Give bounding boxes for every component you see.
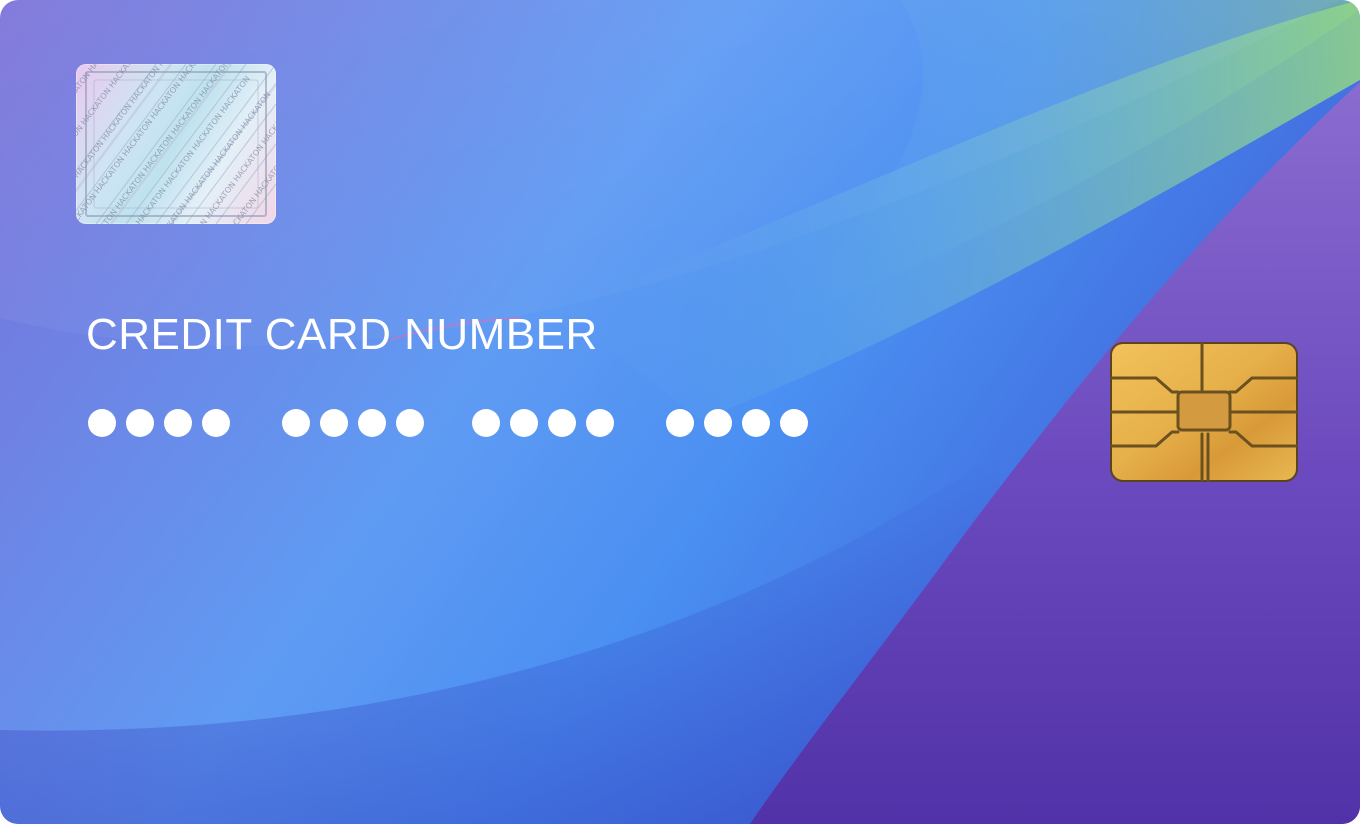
card-number-group-2 bbox=[282, 409, 424, 437]
masked-digit-dot bbox=[164, 409, 192, 437]
masked-digit-dot bbox=[472, 409, 500, 437]
masked-digit-dot bbox=[742, 409, 770, 437]
card-number-group-3 bbox=[472, 409, 614, 437]
hologram-pattern: HACKATON HACKATON HACKATON HACKATON HACK… bbox=[76, 64, 276, 224]
masked-digit-dot bbox=[704, 409, 732, 437]
card-number-masked bbox=[88, 406, 808, 440]
masked-digit-dot bbox=[586, 409, 614, 437]
masked-digit-dot bbox=[396, 409, 424, 437]
masked-digit-dot bbox=[510, 409, 538, 437]
emv-chip-icon bbox=[1110, 342, 1298, 482]
masked-digit-dot bbox=[358, 409, 386, 437]
masked-digit-dot bbox=[88, 409, 116, 437]
masked-digit-dot bbox=[202, 409, 230, 437]
masked-digit-dot bbox=[780, 409, 808, 437]
masked-digit-dot bbox=[282, 409, 310, 437]
masked-digit-dot bbox=[548, 409, 576, 437]
credit-card: HACKATON HACKATON HACKATON HACKATON HACK… bbox=[0, 0, 1360, 824]
masked-digit-dot bbox=[126, 409, 154, 437]
masked-digit-dot bbox=[666, 409, 694, 437]
card-number-group-1 bbox=[88, 409, 230, 437]
card-number-label: CREDIT CARD NUMBER bbox=[86, 310, 598, 359]
masked-digit-dot bbox=[320, 409, 348, 437]
hologram-sticker: HACKATON HACKATON HACKATON HACKATON HACK… bbox=[76, 64, 276, 224]
card-number-group-4 bbox=[666, 409, 808, 437]
